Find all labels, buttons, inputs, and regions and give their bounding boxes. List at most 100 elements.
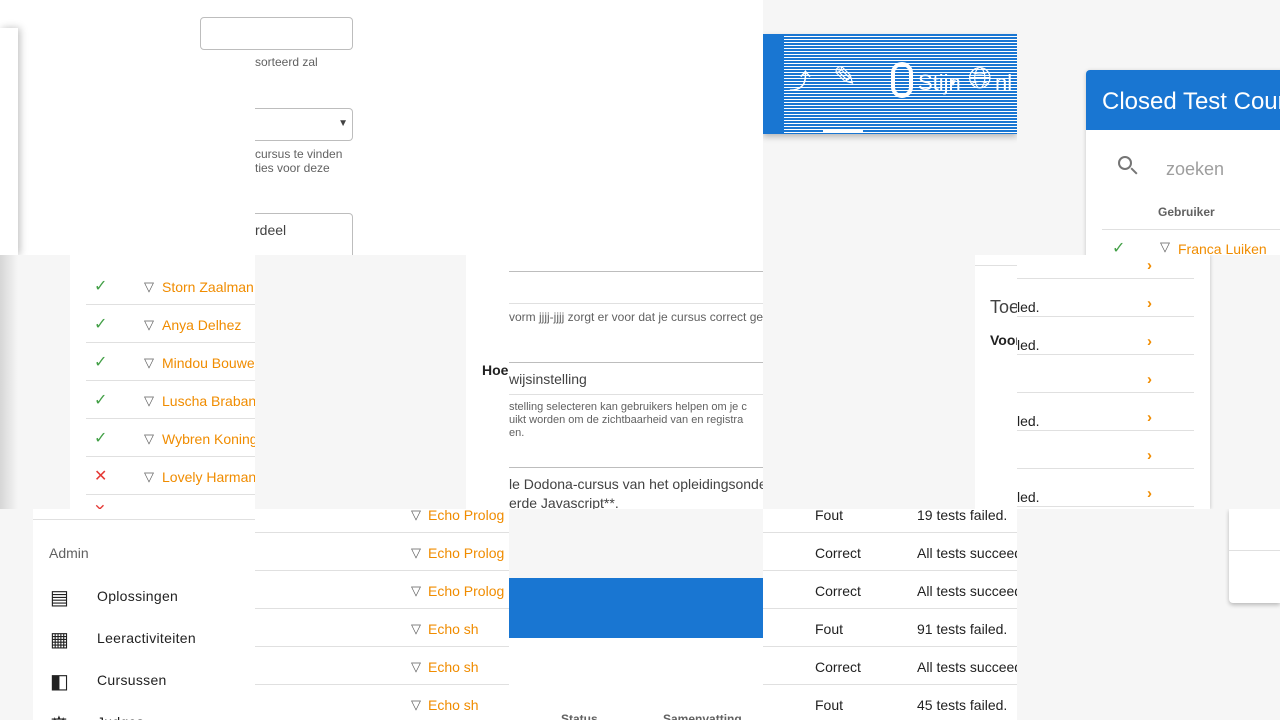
filter-icon[interactable]: ▽: [144, 355, 154, 371]
column-summary: Samenvatting: [663, 712, 742, 720]
floating-card: [1229, 509, 1280, 603]
select-help: cursus te vinden ties voor deze: [255, 147, 342, 175]
toolbar: ⤴ ✎ Stijn ▼ 🌐︎ nl: [763, 34, 1017, 134]
result-subheading: Voor: [990, 332, 1017, 348]
exercise-link[interactable]: Echo sh: [428, 659, 479, 675]
description-text: rdeel: [255, 222, 287, 238]
exercise-link[interactable]: Echo Prolog: [428, 583, 504, 599]
pencil-icon[interactable]: ✎: [833, 60, 856, 93]
result-row[interactable]: ›: [1017, 255, 1194, 279]
filter-icon[interactable]: ▽: [144, 431, 154, 447]
result-row[interactable]: led. ›: [1017, 469, 1194, 507]
filter-icon[interactable]: ▽: [411, 621, 421, 637]
filter-icon[interactable]: ▽: [1160, 239, 1170, 255]
filter-icon[interactable]: ▽: [411, 697, 421, 713]
language-label[interactable]: nl: [995, 70, 1012, 96]
visibility-select[interactable]: wijsinstelling: [509, 371, 587, 387]
check-icon: ✓: [94, 430, 108, 447]
toolbar-active-indicator: [823, 129, 863, 133]
filter-icon[interactable]: ▽: [144, 317, 154, 333]
user-row[interactable]: ✓ ▽ Anya Delhez: [86, 305, 255, 343]
chevron-right-icon[interactable]: ›: [1147, 485, 1152, 502]
chevron-right-icon[interactable]: ›: [1147, 257, 1152, 274]
course-card: Closed Test Cour zoeken Gebruiker ✓ ▽ Fr…: [1086, 70, 1280, 255]
chevron-right-icon[interactable]: ›: [1147, 409, 1152, 426]
name-input[interactable]: [200, 17, 255, 50]
admin-menu-item[interactable]: ▤ Oplossingen: [33, 585, 255, 627]
submission-status-row: Correct All tests succeed: [763, 533, 1017, 571]
status-text: Correct: [815, 545, 861, 561]
book-multiple-icon: ◧: [50, 671, 69, 693]
check-icon: ✓: [94, 278, 108, 295]
filter-icon[interactable]: ▽: [411, 583, 421, 599]
user-link[interactable]: Storn Zaalman: [162, 279, 254, 295]
settings-form-tile: [255, 255, 509, 509]
toolbar-tile: ⤴ ✎ Stijn ▼ 🌐︎ nl: [763, 0, 1017, 255]
admin-menu-label: Leeractiviteiten: [97, 630, 196, 646]
description-line: erde Javascript**.: [509, 495, 619, 509]
submission-row[interactable]: ▽ Echo Prolog: [255, 571, 509, 609]
admin-menu-item[interactable]: ▦ Leeractiviteiten: [33, 627, 255, 669]
admin-section-label: Admin: [49, 545, 89, 561]
user-row[interactable]: ✓ ▽ Mindou Bouwe: [86, 343, 255, 381]
chevron-right-icon[interactable]: ›: [1147, 447, 1152, 464]
submission-row[interactable]: ▽ Echo Prolog: [255, 509, 509, 533]
submission-row[interactable]: ▽ Echo sh: [255, 685, 509, 720]
user-link[interactable]: Mindou Bouwe: [162, 355, 255, 371]
user-row[interactable]: ✓ ▽ Wybren Koning: [86, 419, 255, 457]
visibility-line: [509, 362, 763, 363]
exercise-link[interactable]: Echo sh: [428, 697, 479, 713]
user-link[interactable]: Franca Luiken: [1178, 241, 1267, 255]
result-row[interactable]: led. ›: [1017, 393, 1194, 431]
chevron-right-icon[interactable]: ›: [1147, 371, 1152, 388]
select-help-line: cursus te vinden: [255, 147, 343, 161]
submission-row[interactable]: ▽ Echo Prolog: [255, 533, 509, 571]
close-icon: ✕: [94, 468, 108, 485]
admin-menu-item[interactable]: ◧ Cursussen: [33, 669, 255, 711]
user-icon[interactable]: [891, 62, 913, 98]
submission-row[interactable]: ▽ Echo sh: [255, 609, 509, 647]
globe-icon[interactable]: 🌐︎: [968, 62, 992, 96]
chart-line-icon[interactable]: ⤴: [789, 64, 811, 96]
visibility-help-line: en.: [509, 427, 525, 439]
user-link[interactable]: Wybren Koning: [162, 431, 255, 447]
submission-status-row: Correct All tests succeed: [763, 647, 1017, 685]
result-row[interactable]: ›: [1017, 431, 1194, 469]
name-input-end[interactable]: [255, 17, 353, 50]
result-row[interactable]: led. ›: [1017, 317, 1194, 355]
visibility-select[interactable]: ▼: [255, 108, 353, 141]
user-row[interactable]: ✓ ▽ Storn Zaalman: [86, 267, 255, 305]
user-list-card: ✓ ▽ Storn Zaalman ✓ ▽ Anya Delhez ✓ ▽ Mindou Bou…: [70, 255, 255, 509]
chevron-right-icon[interactable]: ›: [1147, 333, 1152, 350]
submissions-tile: ▽ Echo Prolog ▽ Echo Prolog ▽ Echo Prolog ▽ Ech…: [255, 509, 509, 720]
clipboard-text-icon: ▦: [50, 629, 69, 651]
user-link[interactable]: Luscha Braban: [162, 393, 255, 409]
result-row[interactable]: ›: [1017, 355, 1194, 393]
description-top: [509, 467, 763, 468]
how-label: Hoe: [482, 362, 509, 378]
user-link[interactable]: Lovely Harman: [162, 469, 255, 485]
exercise-link[interactable]: Echo sh: [428, 621, 479, 637]
result-row[interactable]: led. ›: [1017, 279, 1194, 317]
exercise-link[interactable]: Echo Prolog: [428, 509, 504, 523]
exercise-link[interactable]: Echo Prolog: [428, 545, 504, 561]
user-row[interactable]: ✕ ▽ Lovely Harman: [86, 457, 255, 495]
floating-card-divider: [1229, 550, 1280, 551]
description-textarea[interactable]: rdeel: [255, 213, 353, 255]
chevron-right-icon[interactable]: ›: [1147, 295, 1152, 312]
close-icon: ✕: [94, 501, 106, 509]
submission-row[interactable]: ▽ Echo sh: [255, 647, 509, 685]
filter-icon[interactable]: ▽: [411, 659, 421, 675]
user-row[interactable]: ✓ ▽ Luscha Braban: [86, 381, 255, 419]
filter-icon[interactable]: ▽: [144, 279, 154, 295]
admin-menu-item[interactable]: ⚖ Judges: [33, 711, 255, 720]
select-help-line: ties voor deze: [255, 161, 330, 175]
user-link[interactable]: Anya Delhez: [162, 317, 241, 333]
filter-icon[interactable]: ▽: [411, 545, 421, 561]
filter-icon[interactable]: ▽: [144, 393, 154, 409]
filter-icon[interactable]: ▽: [144, 469, 154, 485]
filter-icon[interactable]: ▽: [411, 509, 421, 523]
search-input[interactable]: zoeken: [1166, 159, 1224, 180]
check-icon: ✓: [94, 392, 108, 409]
description-text[interactable]: le Dodona-cursus van het opleidingsonde …: [509, 475, 763, 509]
